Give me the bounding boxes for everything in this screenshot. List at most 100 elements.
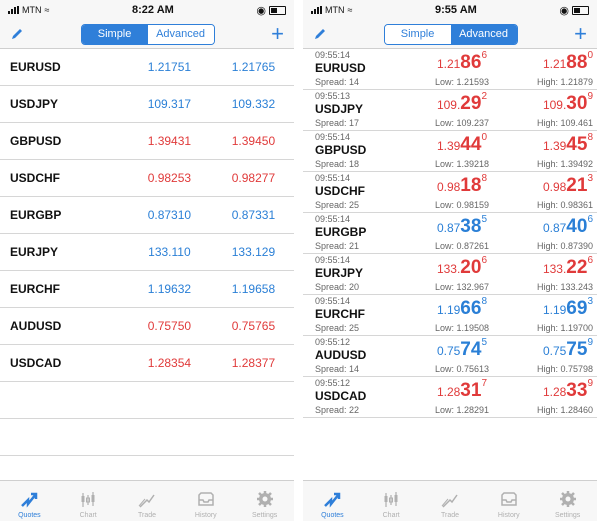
quote-symbol: AUDUSD	[315, 348, 367, 362]
quote-bid: 1.39431	[147, 134, 192, 148]
quote-row[interactable]: 09:55:12 USDCAD Spread: 22 1.28317 1.28339 Lo…	[303, 377, 597, 418]
simple-mode-tab[interactable]: Simple	[384, 24, 451, 44]
advanced-mode-tab[interactable]: Advanced	[450, 24, 517, 44]
quote-row[interactable]: 09:55:12 AUDUSD Spread: 14 0.75745 0.75759 Lo…	[303, 336, 597, 377]
quote-ask-part: 1.21	[542, 57, 567, 71]
quote-row[interactable]: USDCHF 0.98253 0.98277	[0, 160, 294, 197]
quote-bid-part: 8	[481, 296, 487, 307]
quote-low: Low: 1.39218	[434, 159, 489, 169]
quote-symbol: EURJPY	[315, 266, 364, 280]
quote-ask: 109.332	[231, 97, 276, 111]
quote-high: High: 109.461	[536, 118, 593, 128]
add-symbol-button[interactable]: +	[271, 23, 284, 45]
quote-bid: 0.75750	[147, 319, 192, 333]
tab-trade[interactable]: Trade	[421, 481, 480, 521]
quote-row[interactable]: AUDUSD 0.75750 0.75765	[0, 308, 294, 345]
edit-pencil-icon[interactable]	[10, 27, 24, 41]
quote-spread: Spread: 22	[315, 405, 360, 415]
quote-ask-part: 0.75	[542, 344, 567, 358]
quote-row[interactable]: USDJPY 109.317 109.332	[0, 86, 294, 123]
quote-bid: 109.317	[147, 97, 192, 111]
quotes-icon	[21, 492, 38, 508]
tab-label: Trade	[440, 512, 459, 519]
quote-ask: 0.87331	[231, 208, 276, 222]
quote-bid-part: 86	[460, 52, 482, 73]
signal-bars-icon	[8, 6, 19, 14]
quote-bid-part: 31	[460, 380, 482, 401]
quote-row[interactable]: 09:55:14 EURGBP Spread: 21 0.87385 0.87406 Lo…	[303, 213, 597, 254]
quote-row[interactable]: 09:55:14 EURJPY Spread: 20 133.206 133.226 Lo…	[303, 254, 597, 295]
quote-bid-part: 8	[481, 173, 487, 184]
quote-row[interactable]: GBPUSD 1.39431 1.39450	[0, 123, 294, 160]
quote-bid-part: 0.98	[436, 180, 461, 194]
quote-ask-part: 9	[587, 378, 593, 389]
quote-row[interactable]: 09:55:14 GBPUSD Spread: 18 1.39440 1.39458 Lo…	[303, 131, 597, 172]
quote-ask: 1.19658	[231, 282, 276, 296]
quote-bid-part: 6	[481, 50, 487, 61]
quote-ask-part: 0	[587, 50, 593, 61]
quote-ask-part: 9	[587, 91, 593, 102]
history-icon	[501, 492, 517, 506]
tab-label: Quotes	[18, 512, 41, 519]
quote-high: High: 133.243	[536, 282, 593, 292]
quote-row[interactable]: 09:55:14 EURUSD Spread: 14 1.21866 1.21880 Lo…	[303, 49, 597, 90]
tab-trade[interactable]: Trade	[118, 481, 177, 521]
quote-row[interactable]: 09:55:13 USDJPY Spread: 17 109.292 109.309 Lo…	[303, 90, 597, 131]
tab-chart[interactable]: Chart	[362, 481, 421, 521]
quote-bid: 133.110	[148, 245, 191, 259]
quote-ask-part: 6	[587, 255, 593, 266]
quote-row[interactable]: EURUSD 1.21751 1.21765	[0, 49, 294, 86]
advanced-mode-tab[interactable]: Advanced	[147, 24, 214, 44]
tab-settings[interactable]: Settings	[538, 481, 597, 521]
alarm-icon: ◉	[256, 4, 266, 17]
quote-ask: 1.21765	[231, 60, 276, 74]
quote-row[interactable]: USDCAD 1.28354 1.28377	[0, 345, 294, 382]
quote-time: 09:55:14	[315, 132, 351, 142]
quote-low: Low: 132.967	[434, 282, 489, 292]
add-symbol-button[interactable]: +	[574, 23, 587, 45]
quote-symbol: EURCHF	[10, 282, 60, 296]
simple-mode-tab[interactable]: Simple	[81, 24, 148, 44]
chart-icon	[384, 492, 398, 507]
quote-bid-part: 1.19	[436, 303, 461, 317]
quote-ask: 1.21880	[542, 50, 593, 74]
quote-ask: 0.98277	[231, 171, 276, 185]
quote-ask-part: 3	[587, 296, 593, 307]
tab-quotes[interactable]: Quotes	[303, 481, 362, 521]
quote-ask-part: 133.	[542, 262, 567, 276]
quote-spread: Spread: 18	[315, 159, 360, 169]
quote-row[interactable]: EURCHF 1.19632 1.19658	[0, 271, 294, 308]
quote-ask-part: 88	[566, 52, 588, 73]
quote-row[interactable]: 09:55:14 EURCHF Spread: 25 1.19668 1.19693 Lo…	[303, 295, 597, 336]
quote-ask: 1.39458	[543, 132, 593, 156]
quote-time: 09:55:14	[315, 214, 351, 224]
empty-row	[0, 382, 294, 419]
tab-quotes[interactable]: Quotes	[0, 481, 59, 521]
edit-pencil-icon[interactable]	[313, 27, 327, 41]
tab-chart[interactable]: Chart	[59, 481, 118, 521]
status-bar: MTN ≈ 9:55 AM ◉	[303, 0, 597, 20]
bottom-tab-bar: Quotes Chart Trade History Settings	[0, 480, 294, 521]
tab-label: Chart	[79, 512, 97, 519]
tab-history[interactable]: History	[479, 481, 538, 521]
quote-spread: Spread: 17	[315, 118, 360, 128]
quote-time: 09:55:12	[315, 378, 351, 388]
quote-row[interactable]: EURJPY 133.110 133.129	[0, 234, 294, 271]
quote-ask: 133.129	[231, 245, 276, 259]
quote-symbol: EURGBP	[315, 225, 367, 239]
quote-high: High: 0.98361	[536, 200, 593, 210]
quote-high: High: 1.21879	[536, 77, 593, 87]
quote-ask-part: 109.	[542, 98, 567, 112]
quote-row[interactable]: EURGBP 0.87310 0.87331	[0, 197, 294, 234]
quote-ask-part: 1.28	[542, 385, 567, 399]
tab-label: Trade	[137, 512, 156, 519]
quote-bid-part: 66	[460, 298, 482, 319]
quote-row[interactable]: 09:55:14 USDCHF Spread: 25 0.98188 0.98213 Lo…	[303, 172, 597, 213]
tab-history[interactable]: History	[176, 481, 235, 521]
carrier-name: MTN	[22, 5, 42, 15]
tab-settings[interactable]: Settings	[235, 481, 294, 521]
quote-symbol: EURCHF	[315, 307, 365, 321]
quote-low: Low: 109.237	[434, 118, 489, 128]
quote-bid-part: 133.	[436, 262, 461, 276]
quote-bid-part: 29	[460, 93, 482, 114]
